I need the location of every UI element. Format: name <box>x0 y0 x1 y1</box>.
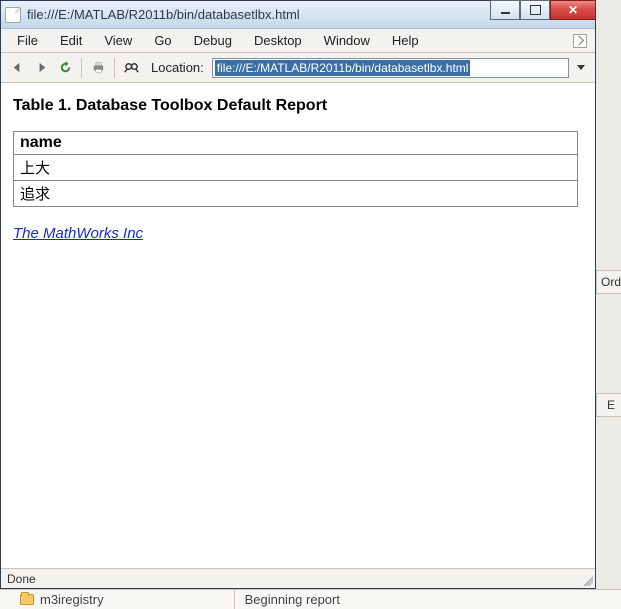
location-dropdown-icon[interactable] <box>573 58 589 78</box>
find-button[interactable] <box>121 58 141 78</box>
back-button[interactable] <box>7 58 27 78</box>
menu-view[interactable]: View <box>94 31 142 50</box>
dock-menu-icon[interactable] <box>573 34 587 48</box>
close-button[interactable] <box>550 0 596 20</box>
page-content: Table 1. Database Toolbox Default Report… <box>1 83 595 568</box>
menu-edit[interactable]: Edit <box>50 31 92 50</box>
location-value: file:///E:/MATLAB/R2011b/bin/databasetlb… <box>215 60 471 76</box>
window-buttons <box>490 0 596 20</box>
page-icon <box>5 7 21 23</box>
reload-button[interactable] <box>55 58 75 78</box>
forward-button[interactable] <box>31 58 51 78</box>
menu-file[interactable]: File <box>7 31 48 50</box>
bg-e-label: E <box>596 393 621 417</box>
table-row: 上大 <box>14 155 578 181</box>
location-label: Location: <box>151 60 204 75</box>
mathworks-link[interactable]: The MathWorks Inc <box>13 225 143 242</box>
status-text: Done <box>7 572 36 586</box>
table-cell: 上大 <box>14 155 578 181</box>
bg-order-label: Orde <box>596 270 621 294</box>
toolbar-separator <box>81 58 82 78</box>
menu-desktop[interactable]: Desktop <box>244 31 312 50</box>
menu-help[interactable]: Help <box>382 31 429 50</box>
background-bottom-bar: m3iregistry Beginning report <box>0 589 621 609</box>
resize-grip-icon[interactable] <box>581 574 593 586</box>
bg-folder-label: m3iregistry <box>40 592 104 607</box>
print-button[interactable] <box>88 58 108 78</box>
toolbar-separator <box>114 58 115 78</box>
titlebar[interactable]: file:///E:/MATLAB/R2011b/bin/databasetlb… <box>1 1 595 29</box>
menu-window[interactable]: Window <box>314 31 380 50</box>
toolbar: Location: file:///E:/MATLAB/R2011b/bin/d… <box>1 53 595 83</box>
menu-go[interactable]: Go <box>144 31 181 50</box>
maximize-button[interactable] <box>520 0 550 20</box>
table-row: 追求 <box>14 181 578 207</box>
bg-beginning-label: Beginning report <box>234 590 340 609</box>
minimize-button[interactable] <box>490 0 520 20</box>
browser-window: file:///E:/MATLAB/R2011b/bin/databasetlb… <box>0 0 596 589</box>
location-field[interactable]: file:///E:/MATLAB/R2011b/bin/databasetlb… <box>212 58 569 78</box>
table-header: name <box>14 132 578 155</box>
menu-debug[interactable]: Debug <box>184 31 242 50</box>
folder-icon <box>20 594 34 605</box>
table-cell: 追求 <box>14 181 578 207</box>
menubar: File Edit View Go Debug Desktop Window H… <box>1 29 595 53</box>
data-table: name 上大 追求 <box>13 131 578 207</box>
statusbar: Done <box>1 568 595 588</box>
page-heading: Table 1. Database Toolbox Default Report <box>13 97 583 115</box>
